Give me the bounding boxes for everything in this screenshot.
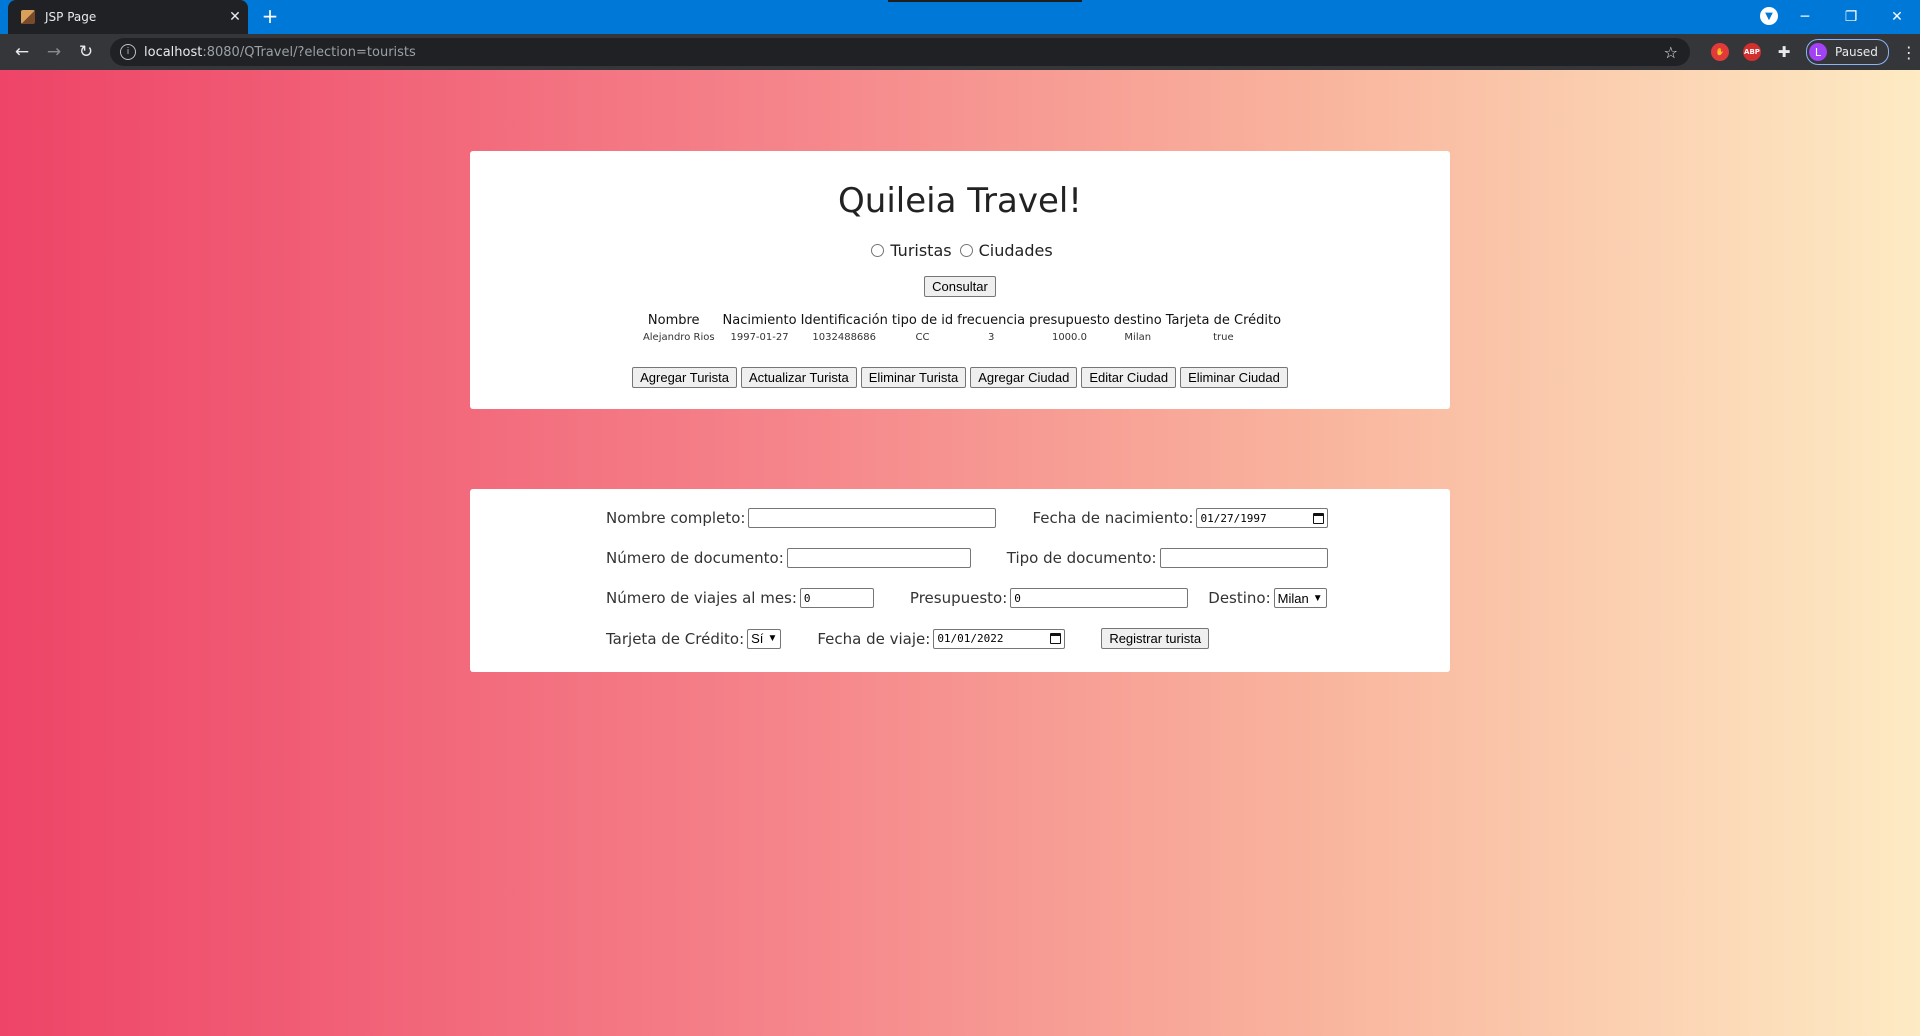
adblock-extension-icon[interactable]: ABP <box>1743 43 1761 61</box>
extension-hand-icon[interactable]: ✋ <box>1711 43 1729 61</box>
tourist-form-card: Nombre completo: Fecha de nacimiento: 01… <box>470 489 1450 672</box>
table-cell: 3 <box>987 332 995 343</box>
avatar: L <box>1809 43 1827 61</box>
tourists-table: Nombre Nacimiento Identificación tipo de id… <box>470 313 1450 343</box>
full-name-input[interactable] <box>748 508 997 528</box>
doc-number-label: Número de documento: <box>606 549 784 567</box>
table-row: Alejandro Rios 1997-01-27 1032488686 CC 3 100… <box>637 332 1283 343</box>
trip-date-value: 01/01/2022 <box>937 632 1004 645</box>
extensions-puzzle-icon[interactable]: ✚ <box>1775 43 1793 61</box>
extensions-area: ✋ ABP ✚ L Paused ⋮ <box>1704 38 1917 66</box>
table-cell: Milan <box>1124 332 1152 343</box>
table-header-cell: Identificación <box>800 313 888 328</box>
table-cell: Alejandro Rios <box>642 332 715 343</box>
update-tourist-button[interactable]: Actualizar Turista <box>740 367 857 388</box>
register-tourist-button[interactable]: Registrar turista <box>1101 628 1210 649</box>
new-tab-plus-icon[interactable]: + <box>258 6 282 28</box>
restore-icon[interactable]: ❐ <box>1828 0 1874 34</box>
birth-date-value: 01/27/1997 <box>1200 511 1267 525</box>
address-bar[interactable]: i localhost:8080/QTravel/?election=touri… <box>110 38 1690 66</box>
full-name-label: Nombre completo: <box>606 509 746 527</box>
reload-icon[interactable]: ↻ <box>72 38 100 66</box>
back-arrow-icon[interactable]: ← <box>8 38 36 66</box>
form-row-1: Nombre completo: Fecha de nacimiento: 01… <box>606 508 1329 528</box>
birth-date-label: Fecha de nacimiento: <box>1032 509 1194 527</box>
add-city-button[interactable]: Agregar Ciudad <box>970 367 1078 388</box>
radio-tourists-label: Turistas <box>890 241 952 260</box>
calendar-icon[interactable] <box>1050 633 1062 644</box>
browser-toolbar: ← → ↻ i localhost:8080/QTravel/?election… <box>0 34 1920 70</box>
birth-date-input[interactable]: 01/27/1997 <box>1196 508 1329 528</box>
table-header-cell: tipo de id <box>891 313 954 328</box>
credit-card-value: Sí <box>751 631 764 646</box>
edit-city-button[interactable]: Editar Ciudad <box>1081 367 1177 388</box>
table-header-cell: Tarjeta de Crédito <box>1165 313 1282 328</box>
destination-select[interactable]: Milan ▼ <box>1273 588 1327 608</box>
chevron-down-icon: ▼ <box>767 633 778 644</box>
minimize-icon[interactable]: ─ <box>1782 0 1828 34</box>
doc-type-input[interactable] <box>1159 548 1328 568</box>
table-header-cell: Nacimiento <box>722 313 797 328</box>
trips-label: Número de viajes al mes: <box>606 589 797 607</box>
table-header-cell: frecuencia <box>957 313 1026 328</box>
trip-date-input[interactable]: 01/01/2022 <box>933 628 1066 649</box>
add-tourist-button[interactable]: Agregar Turista <box>632 367 737 388</box>
url-host: localhost <box>144 44 203 60</box>
doc-number-input[interactable] <box>786 548 971 568</box>
table-cell: 1000.0 <box>1051 332 1087 343</box>
budget-label: Presupuesto: <box>909 589 1008 607</box>
delete-city-button[interactable]: Eliminar Ciudad <box>1180 367 1288 388</box>
tab-strip-indicator <box>888 0 1082 2</box>
url-path: :8080/QTravel/?election=tourists <box>202 44 416 60</box>
radio-cities[interactable] <box>959 244 973 257</box>
table-cell: true <box>1213 332 1234 343</box>
chevron-down-icon: ▼ <box>1312 592 1323 604</box>
form-row-4: Tarjeta de Crédito: Sí ▼ Fecha de viaje:… <box>606 628 1210 649</box>
calendar-icon[interactable] <box>1313 512 1325 524</box>
browser-tab-strip: JSP Page ✕ + ▼ ─ ❐ ✕ <box>0 0 1920 34</box>
tab-close-icon[interactable]: ✕ <box>222 9 248 25</box>
table-body: Alejandro Rios 1997-01-27 1032488686 CC 3 100… <box>637 332 1283 343</box>
destination-value: Milan <box>1277 590 1309 606</box>
profile-button[interactable]: L Paused <box>1806 39 1889 65</box>
browser-menu-icon[interactable]: ⋮ <box>1901 43 1917 62</box>
table-header-cell: destino <box>1113 313 1162 328</box>
credit-card-label: Tarjeta de Crédito: <box>606 629 745 648</box>
trip-date-label: Fecha de viaje: <box>817 629 931 648</box>
profile-status: Paused <box>1835 45 1878 59</box>
consult-button[interactable]: Consultar <box>924 276 996 297</box>
form-row-2: Número de documento: Tipo de documento: <box>606 548 1328 568</box>
tab-search-icon[interactable]: ▼ <box>1760 7 1778 25</box>
table-cell: CC <box>915 332 930 343</box>
election-radio-group: Turistas Ciudades <box>470 241 1450 260</box>
destination-label: Destino: <box>1208 589 1271 607</box>
site-info-icon[interactable]: i <box>120 44 136 60</box>
action-buttons: Agregar Turista Actualizar Turista Elimi… <box>470 367 1450 388</box>
radio-cities-label: Ciudades <box>978 241 1053 260</box>
bookmark-star-icon[interactable]: ☆ <box>1664 43 1678 62</box>
table-header-cell: Nombre <box>647 313 700 328</box>
tab-title: JSP Page <box>45 10 97 24</box>
form-row-3: Número de viajes al mes: 0 Presupuesto: … <box>606 588 1327 608</box>
credit-card-select[interactable]: Sí ▼ <box>747 628 782 649</box>
budget-input[interactable]: 0 <box>1010 588 1189 608</box>
page-viewport: Quileia Travel! Turistas Ciudades Consul… <box>0 70 1920 1036</box>
query-card: Quileia Travel! Turistas Ciudades Consul… <box>470 151 1450 409</box>
trips-input[interactable]: 0 <box>799 588 874 608</box>
table-cell: 1032488686 <box>812 332 877 343</box>
page-title: Quileia Travel! <box>838 181 1082 221</box>
radio-tourists[interactable] <box>871 244 885 257</box>
delete-tourist-button[interactable]: Eliminar Turista <box>860 367 967 388</box>
table-cell: 1997-01-27 <box>730 332 789 343</box>
table-header-cell: presupuesto <box>1029 313 1110 328</box>
page-favicon-icon <box>21 10 35 24</box>
browser-tab[interactable]: JSP Page ✕ <box>8 0 248 34</box>
forward-arrow-icon[interactable]: → <box>40 38 68 66</box>
table-header-row: Nombre Nacimiento Identificación tipo de id… <box>637 313 1283 332</box>
doc-type-label: Tipo de documento: <box>1006 549 1157 567</box>
close-window-icon[interactable]: ✕ <box>1874 0 1920 34</box>
